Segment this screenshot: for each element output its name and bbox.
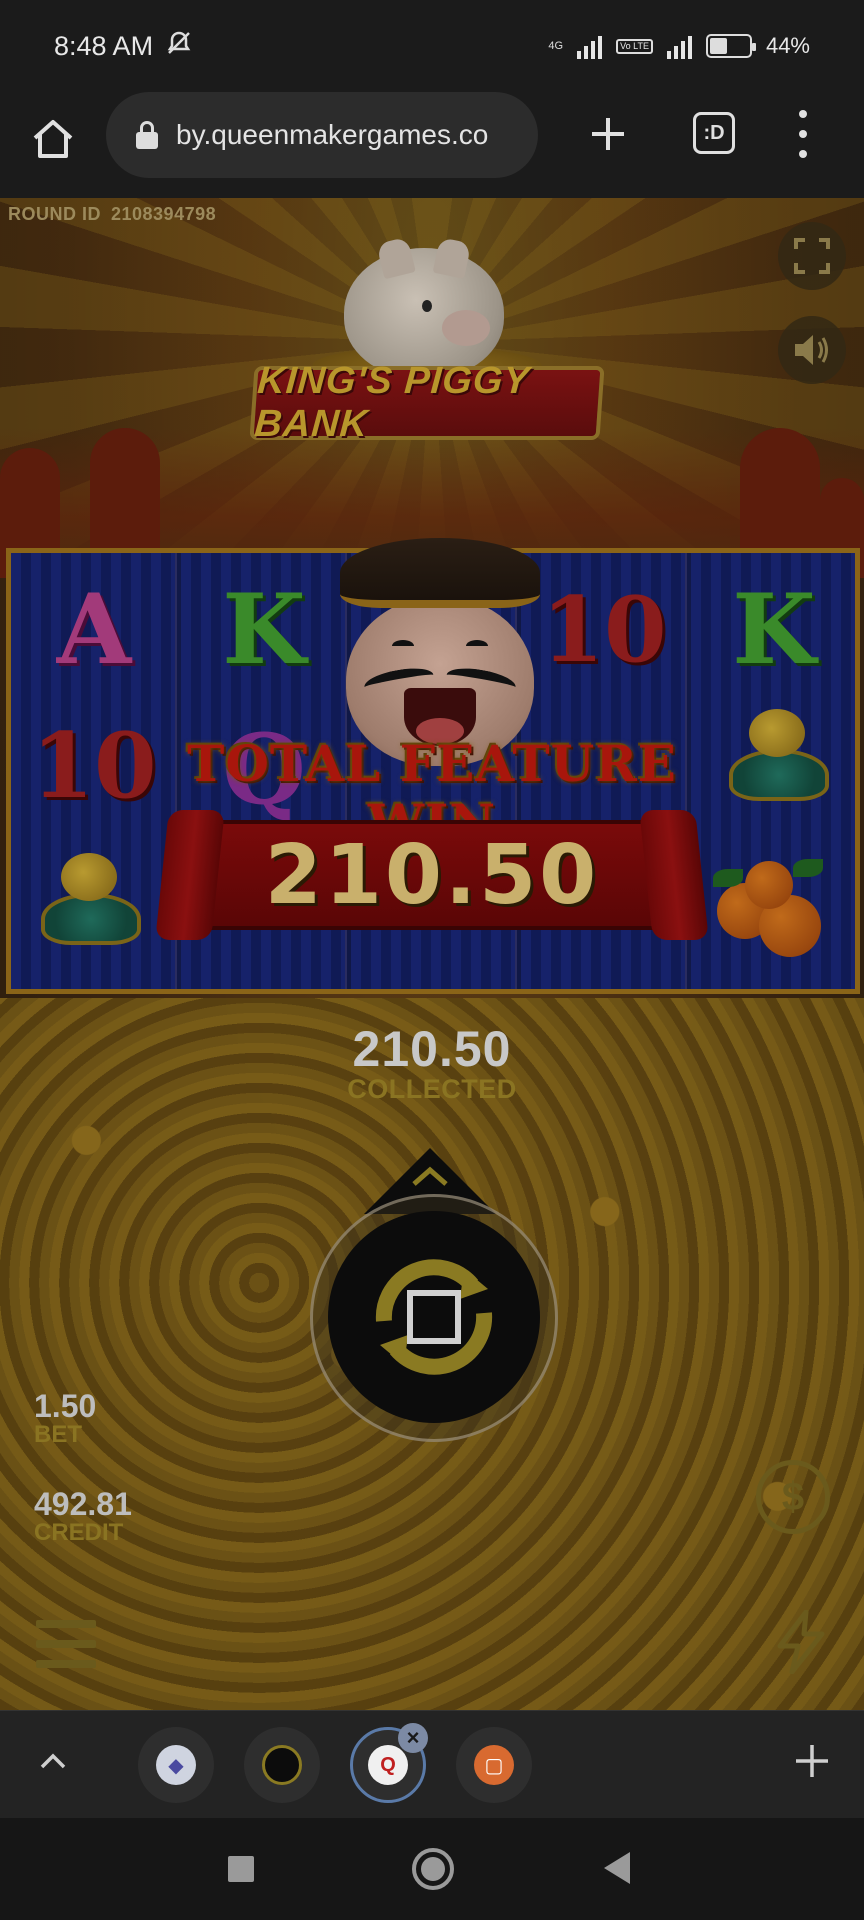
spin-button[interactable] <box>328 1211 540 1423</box>
status-bar: 8:48 AM 4G Vo LTE 44% <box>0 0 864 92</box>
back-button[interactable] <box>604 1852 630 1884</box>
fullscreen-icon[interactable] <box>778 222 846 290</box>
battery-fill <box>709 38 727 54</box>
more-vert-icon[interactable] <box>796 110 810 158</box>
game-favicon-icon <box>262 1745 302 1785</box>
bet-value[interactable]: 1.50 <box>34 1388 96 1425</box>
bet-display[interactable]: 1.50 BET <box>34 1388 96 1449</box>
game-logo: KING'S PIGGY BANK <box>249 236 605 458</box>
lock-icon[interactable] <box>136 121 158 149</box>
logo-text: KING'S PIGGY BANK <box>253 360 531 445</box>
queenmaker-favicon-icon: Q <box>368 1745 408 1785</box>
dollar-coin-icon[interactable]: $ <box>756 1460 830 1534</box>
collected-label: COLLECTED <box>347 1074 517 1104</box>
mute-icon <box>165 29 193 64</box>
tab-group-strip: ◆ Q × ▢ <box>0 1710 864 1818</box>
battery-percent: 44% <box>765 33 810 58</box>
tab-favicon-1[interactable]: ◆ <box>138 1727 214 1803</box>
recents-button[interactable] <box>228 1856 254 1882</box>
symbol-k: K <box>222 573 306 686</box>
game-canvas[interactable]: ROUND ID 2108394798 KING'S PIGGY BANK A 1… <box>0 198 864 1710</box>
lightning-icon[interactable] <box>774 1609 828 1675</box>
network-type-label: 4G <box>548 39 564 52</box>
battery-icon <box>705 34 756 58</box>
signal-icon <box>577 33 603 59</box>
plus-icon[interactable] <box>792 1741 832 1781</box>
logo-banner: KING'S PIGGY BANK <box>249 360 605 445</box>
collected-amount: 210.50 <box>352 1021 512 1077</box>
feature-win-amount: 210.50 <box>264 828 600 923</box>
shield-icon: ◆ <box>156 1745 196 1785</box>
autoplay-refresh-icon <box>375 1259 493 1375</box>
round-id: ROUND ID 2108394798 <box>8 204 216 225</box>
nav-home-button[interactable] <box>412 1848 454 1890</box>
signal-icon-2 <box>666 33 692 59</box>
win-scroll-banner: 210.50 <box>155 810 709 940</box>
tab-favicon-4[interactable]: ▢ <box>456 1727 532 1803</box>
credit-display: 492.81 CREDIT <box>34 1486 132 1547</box>
credit-label: CREDIT <box>34 1519 124 1546</box>
golden-turtle-symbol <box>31 853 151 953</box>
chevron-up-icon[interactable] <box>38 1747 68 1777</box>
new-tab-button[interactable] <box>586 112 630 156</box>
browser-toolbar: by.queenmakergames.co :D <box>0 92 864 198</box>
piggy-bank-icon <box>344 236 504 378</box>
status-time: 8:48 AM <box>54 30 154 61</box>
hamburger-icon[interactable] <box>36 1620 96 1668</box>
url-text[interactable]: by.queenmakergames.co <box>176 119 516 151</box>
tab-switcher-button[interactable]: :D <box>693 112 735 154</box>
volte-badge: Vo LTE <box>616 38 653 54</box>
home-icon[interactable] <box>28 114 78 164</box>
credit-value: 492.81 <box>34 1486 132 1522</box>
speaker-icon[interactable] <box>778 316 846 384</box>
oranges-symbol <box>709 853 839 963</box>
bet-label: BET <box>34 1421 82 1448</box>
chat-icon: ▢ <box>474 1745 514 1785</box>
system-nav-bar <box>0 1818 864 1920</box>
symbol-k: K <box>732 573 816 686</box>
collected-display: 210.50 COLLECTED <box>330 1020 534 1105</box>
close-icon[interactable]: × <box>398 1723 428 1753</box>
address-bar[interactable]: by.queenmakergames.co <box>106 92 538 178</box>
tab-favicon-2[interactable] <box>244 1727 320 1803</box>
round-id-label: ROUND ID <box>8 204 101 224</box>
round-id-value: 2108394798 <box>111 204 217 224</box>
symbol-a: A <box>56 573 132 686</box>
